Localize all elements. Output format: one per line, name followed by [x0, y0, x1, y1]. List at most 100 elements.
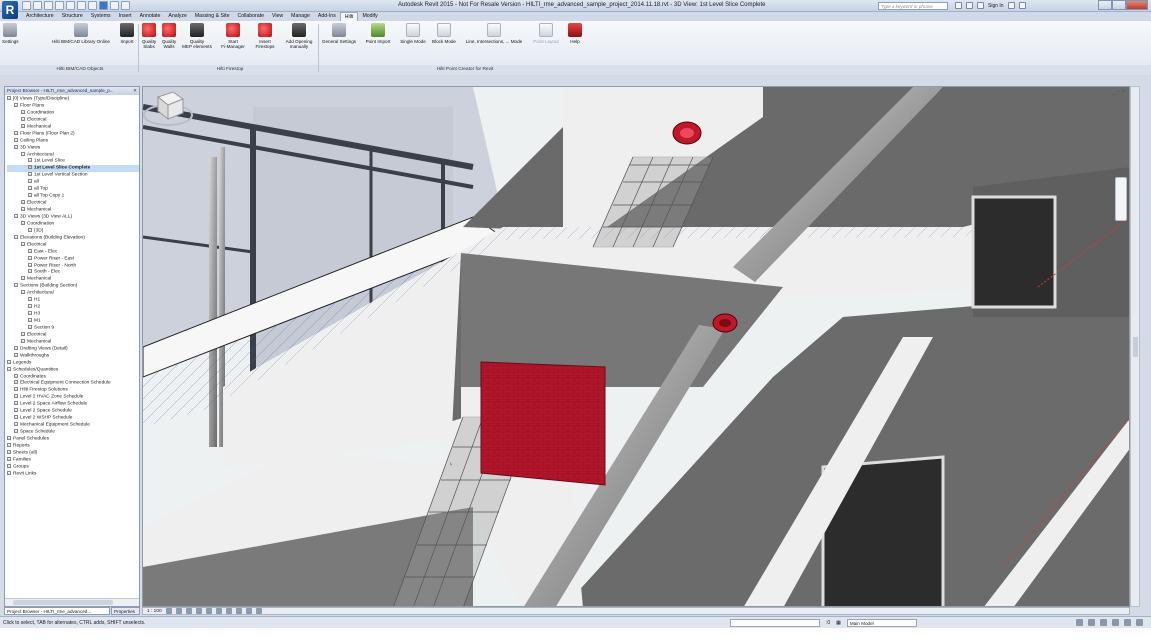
- tree-node[interactable]: − Coordination: [7, 220, 139, 228]
- expand-icon[interactable]: −: [7, 96, 11, 100]
- tree-node[interactable]: − Schedules/Quantities: [7, 366, 139, 374]
- expand-icon[interactable]: −: [14, 415, 18, 420]
- building-3d-view[interactable]: [143, 87, 1130, 607]
- visual-style-icon[interactable]: [175, 608, 182, 614]
- expand-icon[interactable]: −: [21, 241, 25, 246]
- expand-icon[interactable]: −: [14, 234, 18, 239]
- tab-manage[interactable]: Manage: [287, 12, 314, 21]
- expand-icon[interactable]: −: [7, 359, 11, 364]
- tree-node[interactable]: − Coordination: [7, 109, 139, 117]
- tree-node[interactable]: − Mechanical: [7, 338, 139, 346]
- tree-node[interactable]: −3D Views: [7, 144, 139, 152]
- tree-node[interactable]: − Level 2 Space Schedule: [7, 408, 139, 415]
- expand-icon[interactable]: −: [14, 394, 18, 399]
- tree-node[interactable]: − Space Schedule: [7, 429, 139, 436]
- revit-logo-icon[interactable]: R: [2, 1, 18, 19]
- expand-icon[interactable]: −: [21, 220, 25, 225]
- temporary-hide-icon[interactable]: [245, 608, 252, 614]
- tree-node[interactable]: − all: [7, 179, 139, 186]
- block-mode-button[interactable]: Block Mode: [430, 23, 458, 44]
- tree-node[interactable]: − Mechanical: [7, 123, 139, 131]
- add-opening-button[interactable]: Add Opening manually: [282, 23, 316, 49]
- general-settings-button[interactable]: General Settings: [320, 23, 358, 44]
- tree-node[interactable]: − Panel Schedules: [7, 435, 139, 443]
- expand-icon[interactable]: −: [7, 449, 11, 454]
- tree-node[interactable]: − Revit Links: [7, 470, 139, 478]
- navigation-bar[interactable]: [1115, 177, 1127, 221]
- tab-insert[interactable]: Insert: [115, 12, 136, 21]
- tab-hilti[interactable]: Hilti: [339, 12, 359, 21]
- tree-node[interactable]: − Electrical: [7, 200, 139, 207]
- expand-icon[interactable]: −: [14, 345, 18, 350]
- sun-path-icon[interactable]: [185, 608, 192, 614]
- tree-node[interactable]: − Electrical Equipment Connection Schedul…: [7, 380, 139, 387]
- insert-firestops-button[interactable]: Insert Firestops: [252, 23, 278, 49]
- single-mode-button[interactable]: Single Mode: [398, 23, 428, 44]
- select-underlay-icon[interactable]: [1088, 619, 1095, 626]
- tree-node[interactable]: − Mechanical Equipment Schedule: [7, 422, 139, 429]
- tab-systems[interactable]: Systems: [87, 12, 115, 21]
- tree-node[interactable]: − Level 2 Space Airflow Schedule: [7, 401, 139, 408]
- expand-icon[interactable]: −: [28, 304, 32, 309]
- tree-node[interactable]: − Groups: [7, 463, 139, 471]
- expand-icon[interactable]: −: [21, 109, 25, 114]
- settings-button[interactable]: Settings: [2, 23, 19, 44]
- expand-icon[interactable]: −: [28, 165, 32, 170]
- reveal-hidden-icon[interactable]: [255, 608, 262, 614]
- tab-collaborate[interactable]: Collaborate: [233, 12, 268, 21]
- show-crop-icon[interactable]: [235, 608, 242, 614]
- tree-node[interactable]: − [0] Views (Type/Discipline): [7, 96, 139, 103]
- tree-node[interactable]: − East - Elec: [7, 248, 139, 256]
- expand-icon[interactable]: −: [28, 324, 32, 329]
- redo-icon[interactable]: [55, 1, 64, 10]
- expand-icon[interactable]: −: [7, 366, 11, 371]
- maximize-button[interactable]: [1112, 0, 1126, 10]
- select-links-icon[interactable]: [1076, 619, 1083, 626]
- tab-add-ins[interactable]: Add-Ins: [314, 12, 340, 21]
- expand-icon[interactable]: −: [14, 283, 18, 288]
- search-icon[interactable]: [955, 2, 962, 9]
- tree-node[interactable]: − M1: [7, 318, 139, 325]
- viewport-vertical-scrollbar[interactable]: [1130, 86, 1140, 607]
- minimize-button[interactable]: [1098, 0, 1112, 10]
- 3d-view-icon[interactable]: [99, 1, 108, 10]
- tree-node[interactable]: − H2: [7, 304, 139, 311]
- tree-node[interactable]: − Coordinates: [7, 373, 139, 381]
- tree-node[interactable]: − Mechanical: [7, 276, 139, 283]
- expand-icon[interactable]: −: [28, 248, 32, 253]
- expand-icon[interactable]: −: [28, 158, 32, 163]
- expand-icon[interactable]: −: [14, 380, 18, 385]
- tree-node[interactable]: − Families: [7, 456, 139, 464]
- tab-project-browser[interactable]: Project Browser - HILTI_rme_advanced...: [4, 607, 110, 615]
- expand-icon[interactable]: −: [14, 373, 18, 378]
- tree-node[interactable]: −1st Level Slice Complete: [7, 165, 139, 173]
- tree-node[interactable]: − Sheets (all): [7, 449, 139, 457]
- help-button[interactable]: Help: [566, 23, 584, 44]
- drag-elements-icon[interactable]: [1124, 619, 1131, 626]
- thin-lines-icon[interactable]: [121, 1, 130, 10]
- open-icon[interactable]: [22, 1, 31, 10]
- crop-view-icon[interactable]: [225, 608, 232, 614]
- expand-icon[interactable]: −: [28, 172, 32, 177]
- expand-icon[interactable]: −: [14, 137, 18, 142]
- expand-icon[interactable]: −: [21, 276, 25, 281]
- expand-icon[interactable]: −: [14, 429, 18, 433]
- line-mode-button[interactable]: Line, Intersections, ... Mode: [460, 23, 528, 44]
- close-icon[interactable]: ✕: [133, 87, 137, 95]
- 3d-viewport[interactable]: _ ▫ ×: [142, 86, 1130, 607]
- close-button[interactable]: [1126, 0, 1148, 10]
- expand-icon[interactable]: −: [14, 352, 18, 357]
- tree-node[interactable]: −1st Level Slice: [7, 158, 139, 165]
- expand-icon[interactable]: −: [21, 290, 25, 295]
- tree-node[interactable]: − Drafting Views (Detail): [7, 345, 139, 353]
- viewcube-icon[interactable]: [143, 87, 193, 127]
- workset-selector[interactable]: [730, 619, 820, 627]
- tree-node[interactable]: − South - Elec: [7, 269, 139, 276]
- tree-node[interactable]: − Power Riser - East: [7, 255, 139, 263]
- expand-icon[interactable]: −: [21, 116, 25, 121]
- tree-node[interactable]: − all Top Copy 1: [7, 193, 139, 200]
- expand-icon[interactable]: −: [7, 463, 11, 468]
- tab-analyze[interactable]: Analyze: [164, 12, 190, 21]
- tree-node[interactable]: − H3: [7, 311, 139, 318]
- expand-icon[interactable]: −: [7, 470, 11, 475]
